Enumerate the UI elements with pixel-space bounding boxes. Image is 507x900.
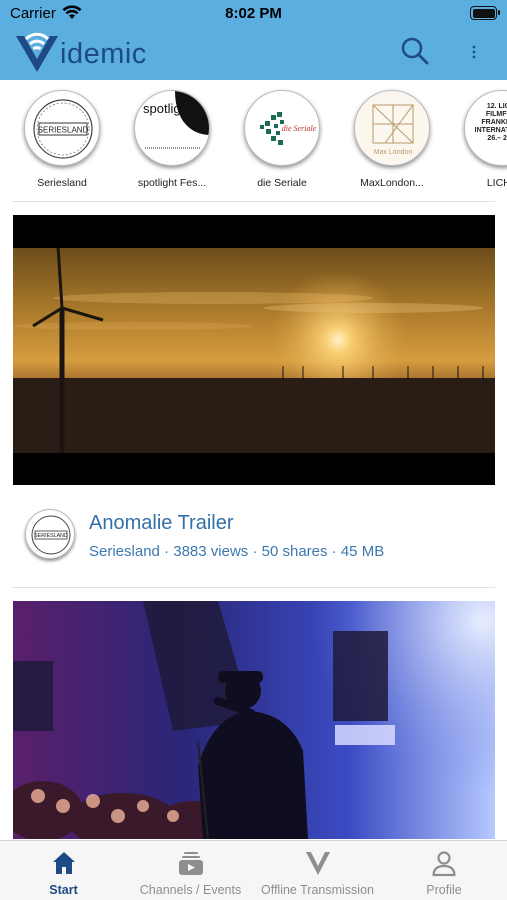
channel-avatar: SERIESLAND [24, 90, 100, 166]
video-thumbnail[interactable] [13, 215, 495, 485]
profile-icon [432, 851, 456, 877]
app-logo: idemic [14, 30, 147, 74]
tab-label: Start [49, 883, 78, 897]
channel-item[interactable]: SERIESLAND Seriesland [12, 90, 112, 189]
tab-label: Offline Transmission [260, 883, 374, 897]
channel-label: die Seriale [257, 177, 307, 189]
video-channel-name: Seriesland [89, 543, 160, 560]
more-vertical-icon[interactable] [466, 40, 482, 64]
home-icon [52, 852, 75, 874]
channel-label: Seriesland [37, 177, 87, 189]
search-icon[interactable] [400, 36, 430, 66]
channel-label: MaxLondon... [360, 177, 424, 189]
battery-icon [470, 6, 500, 20]
channel-avatar-text: die Seriale [282, 124, 317, 133]
channel-label: LICHT [486, 177, 507, 189]
video-title[interactable]: Anomalie Trailer [89, 512, 234, 535]
video-channel-avatar-text: SERIESLAND [34, 533, 68, 539]
channel-strip[interactable]: SERIESLAND Seriesland spotlight spotligh… [0, 82, 507, 200]
channel-avatar: Max London [354, 90, 430, 166]
channel-item[interactable]: spotlight spotlight Fes... [122, 90, 222, 189]
channel-avatar-text: SERIESLAND [38, 126, 89, 135]
concert-performer-image [13, 601, 495, 839]
channel-avatar: spotlight [134, 90, 210, 166]
tab-profile[interactable]: Profile [381, 841, 507, 900]
video-subtitle: Seriesland · 3883 views · 50 shares · 45… [89, 543, 385, 560]
tab-label: Channels / Events [139, 883, 242, 897]
section-divider [12, 587, 495, 588]
app-header: Carrier 8:02 PM idemic [0, 0, 507, 80]
video-thumbnail[interactable] [13, 601, 495, 839]
video-size: 45 MB [340, 543, 385, 560]
video-channel-avatar[interactable]: SERIESLAND [25, 509, 75, 559]
tab-bar: Start Channels / Events Offline Transmis… [0, 840, 507, 900]
channel-label: spotlight Fes... [137, 177, 207, 189]
app-name: idemic [60, 38, 147, 70]
channel-item[interactable]: die Seriale die Seriale [232, 90, 332, 189]
channel-avatar-text: Max London [374, 149, 413, 156]
tab-start[interactable]: Start [0, 841, 127, 900]
channel-item[interactable]: 12. LICHT FILMFEST FRANKFURT INTERNATION… [452, 90, 507, 189]
channel-avatar: 12. LICHT FILMFEST FRANKFURT INTERNATION… [464, 90, 507, 166]
channel-avatar: die Seriale [244, 90, 320, 166]
tab-label: Profile [426, 883, 462, 897]
video-shares: 50 shares [261, 543, 328, 560]
tab-offline-transmission[interactable]: Offline Transmission [254, 841, 381, 900]
offline-transmission-icon [305, 850, 330, 875]
videmic-logo-icon [16, 32, 58, 72]
sunset-wind-turbine-image [13, 248, 495, 453]
tab-channels-events[interactable]: Channels / Events [127, 841, 254, 900]
channels-icon [178, 852, 203, 875]
status-time: 8:02 PM [225, 5, 282, 22]
video-views: 3883 views [173, 543, 249, 560]
channel-avatar-text: 12. LICHT FILMFEST FRANKFURT INTERNATION… [474, 103, 507, 142]
status-bar: Carrier 8:02 PM [0, 0, 507, 28]
channel-avatar-text: spotlight [143, 101, 192, 116]
section-divider [12, 201, 495, 202]
video-info[interactable]: SERIESLAND Anomalie Trailer Seriesland ·… [0, 500, 507, 580]
channel-item[interactable]: Max London MaxLondon... [342, 90, 442, 189]
